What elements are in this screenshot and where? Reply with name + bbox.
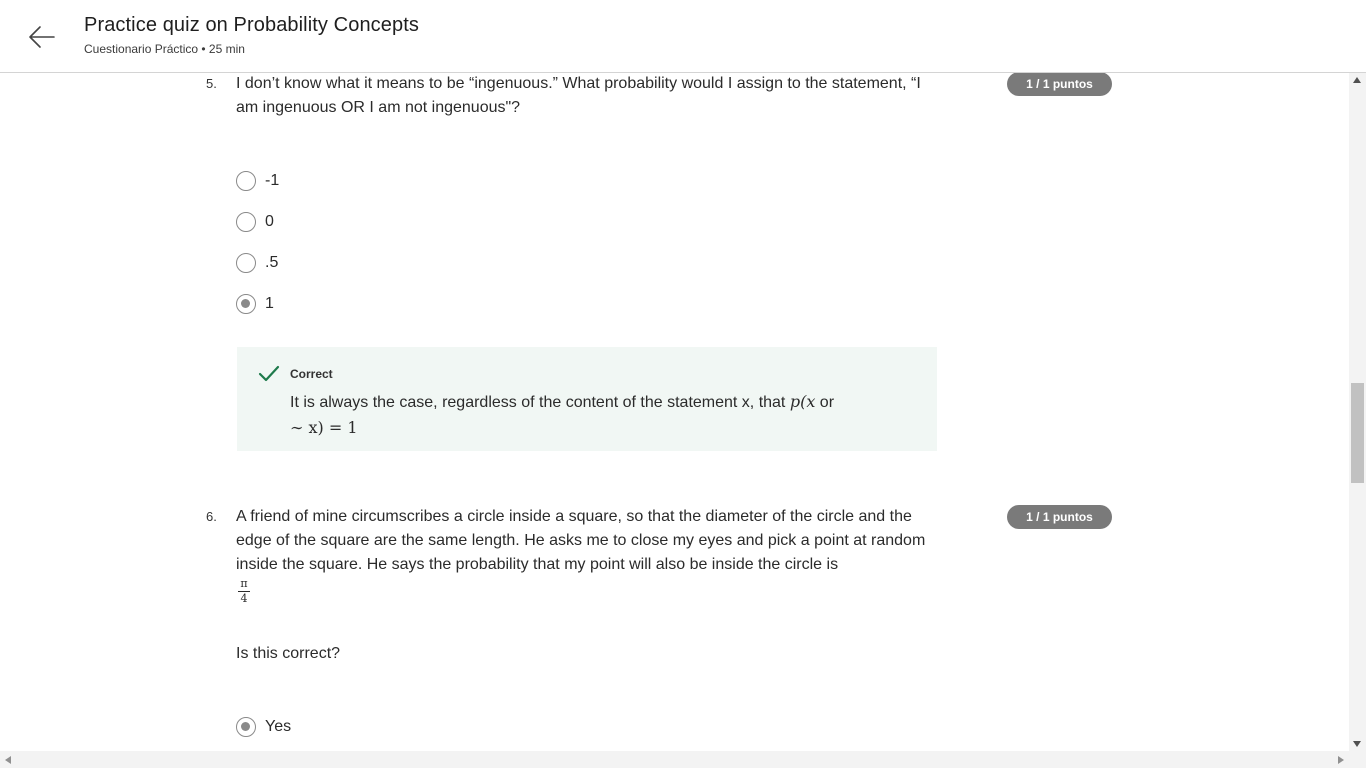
top-bar: Practice quiz on Probability Concepts Cu…	[0, 0, 1366, 73]
back-button[interactable]	[24, 20, 60, 54]
feedback-status: Correct	[290, 367, 333, 381]
radio-button[interactable]	[236, 253, 256, 273]
question-text: A friend of mine circumscribes a circle …	[236, 508, 926, 573]
fraction-numerator: π	[240, 577, 248, 590]
option-label: 1	[265, 295, 274, 312]
fraction-denominator: 4	[240, 592, 248, 605]
answer-option[interactable]: -1	[236, 170, 279, 192]
answer-option[interactable]: 0	[236, 211, 274, 233]
option-label: .5	[265, 254, 279, 271]
quiz-content: 5. I don’t know what it means to be “ing…	[0, 73, 1349, 751]
question-number: 5.	[206, 76, 217, 91]
horizontal-scrollbar[interactable]	[0, 751, 1349, 768]
scroll-down-arrow-icon[interactable]	[1353, 741, 1361, 747]
option-label: 0	[265, 213, 274, 230]
points-badge: 1 / 1 puntos	[1007, 505, 1112, 529]
fraction: π 4	[238, 578, 250, 605]
option-label: Yes	[265, 718, 292, 735]
question-number: 6.	[206, 509, 217, 524]
vertical-scrollbar[interactable]	[1349, 73, 1366, 751]
answer-option[interactable]: .5	[236, 252, 278, 274]
scroll-up-arrow-icon[interactable]	[1353, 77, 1361, 83]
scroll-right-arrow-icon[interactable]	[1338, 756, 1344, 764]
feedback-text: It is always the case, regardless of the…	[290, 389, 890, 441]
radio-button-selected[interactable]	[236, 717, 256, 737]
page-title: Practice quiz on Probability Concepts	[84, 14, 419, 36]
feedback-or: or	[815, 394, 835, 411]
feedback-prefix: It is always the case, regardless of the…	[290, 394, 790, 411]
radio-button[interactable]	[236, 171, 256, 191]
question-prompt: Is this correct?	[236, 645, 341, 662]
math-expression: p(x	[789, 392, 816, 411]
answer-option-selected[interactable]: Yes	[236, 716, 291, 738]
math-expression: ∼ x) = 1	[290, 418, 358, 437]
scroll-left-arrow-icon[interactable]	[5, 756, 11, 764]
checkmark-icon	[258, 365, 280, 382]
arrow-left-icon	[29, 26, 55, 48]
scrollbar-corner	[1349, 751, 1366, 768]
answer-option-selected[interactable]: 1	[236, 293, 274, 315]
radio-button[interactable]	[236, 212, 256, 232]
points-badge: 1 / 1 puntos	[1007, 73, 1112, 96]
option-label: -1	[265, 172, 280, 189]
radio-button-selected[interactable]	[236, 294, 256, 314]
feedback-panel: Correct It is always the case, regardles…	[237, 347, 937, 451]
scrollbar-thumb[interactable]	[1351, 383, 1364, 483]
question-text: I don’t know what it means to be “ingenu…	[236, 75, 921, 116]
page-subtitle: Cuestionario Práctico • 25 min	[84, 42, 245, 56]
